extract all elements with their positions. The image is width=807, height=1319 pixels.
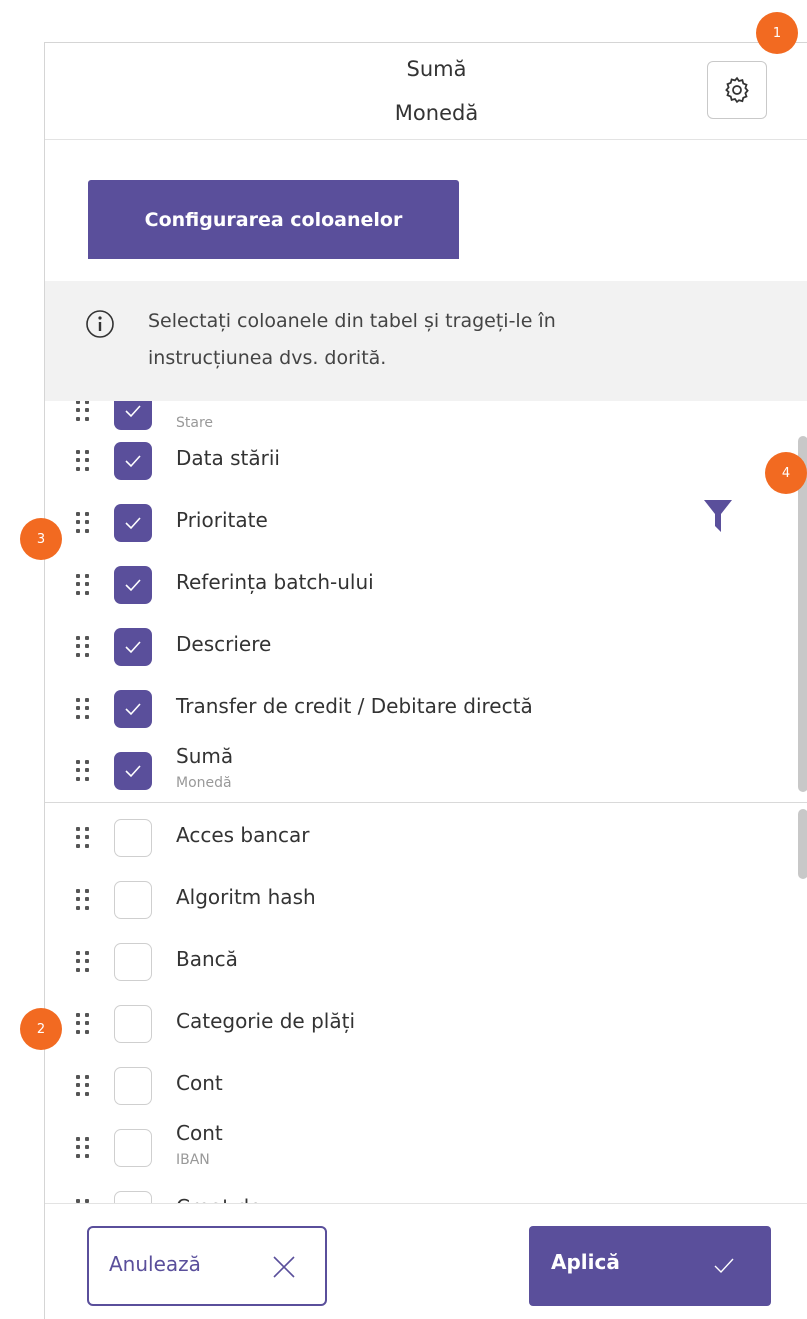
drag-handle-icon[interactable] <box>76 512 90 534</box>
list-item[interactable]: Algoritm hash <box>45 870 785 932</box>
cancel-button-label: Anulează <box>109 1252 201 1276</box>
checkbox-unchecked[interactable] <box>114 1005 152 1043</box>
drag-handle-icon[interactable] <box>76 450 90 472</box>
list-item[interactable]: Acces bancar <box>45 808 785 870</box>
list-item-label: Prioritate <box>176 508 268 532</box>
list-item-sublabel: Monedă <box>176 775 232 791</box>
list-item-label: Algoritm hash <box>176 885 316 909</box>
annotation-marker: 2 <box>20 1008 62 1050</box>
drag-handle-icon[interactable] <box>76 951 90 973</box>
checkbox-unchecked[interactable] <box>114 881 152 919</box>
checkbox-unchecked[interactable] <box>114 819 152 857</box>
list-item-sublabel: IBAN <box>176 1152 210 1168</box>
apply-button-label: Aplică <box>551 1250 620 1274</box>
list-item[interactable]: Sumă Monedă <box>45 741 785 803</box>
list-item[interactable]: Categorie de plăți <box>45 994 785 1056</box>
checkbox-unchecked[interactable] <box>114 943 152 981</box>
checkbox-checked[interactable] <box>114 752 152 790</box>
annotation-marker: 4 <box>765 452 807 494</box>
drag-handle-icon[interactable] <box>76 889 90 911</box>
list-item-label: Acces bancar <box>176 823 310 847</box>
filter-icon[interactable] <box>703 498 733 534</box>
drag-handle-icon[interactable] <box>76 1075 90 1097</box>
info-text: Selectați coloanele din tabel și trageți… <box>148 310 556 369</box>
available-scrollbar[interactable] <box>798 809 807 879</box>
column-list: Stare Data stării Prioritate Referința b… <box>45 401 807 1209</box>
annotation-marker: 1 <box>756 12 798 54</box>
drag-handle-icon[interactable] <box>76 698 90 720</box>
list-item[interactable]: Data stării <box>45 431 785 493</box>
checkbox-checked[interactable] <box>114 442 152 480</box>
drag-handle-icon[interactable] <box>76 1013 90 1035</box>
list-item[interactable]: Transfer de credit / Debitare directă <box>45 679 785 741</box>
checkbox-checked[interactable] <box>114 504 152 542</box>
list-item-label: Categorie de plăți <box>176 1009 356 1033</box>
list-item[interactable]: Prioritate <box>45 493 785 555</box>
list-item-sublabel: Stare <box>176 415 214 431</box>
info-box: Selectați coloanele din tabel și trageți… <box>45 281 807 401</box>
list-item-label: Transfer de credit / Debitare directă <box>176 694 533 718</box>
header-title: Sumă <box>406 57 467 81</box>
list-item-label: Sumă <box>176 744 234 768</box>
info-icon <box>86 310 114 338</box>
drag-handle-icon[interactable] <box>76 1137 90 1159</box>
list-item-label: Data stării <box>176 446 280 470</box>
close-icon <box>273 1256 295 1278</box>
checkbox-checked[interactable] <box>114 401 152 430</box>
drag-handle-icon[interactable] <box>76 636 90 658</box>
drag-handle-icon[interactable] <box>76 827 90 849</box>
drag-handle-icon[interactable] <box>76 574 90 596</box>
drag-handle-icon[interactable] <box>76 760 90 782</box>
list-item-label: Descriere <box>176 632 272 656</box>
checkbox-checked[interactable] <box>114 628 152 666</box>
cancel-button[interactable]: Anulează <box>87 1226 327 1306</box>
settings-button[interactable] <box>707 61 767 119</box>
gear-icon <box>725 76 749 104</box>
column-config-panel: Sumă Monedă Configurarea coloanelor Sele… <box>44 42 807 1319</box>
annotation-marker: 3 <box>20 518 62 560</box>
panel-footer: Anulează Aplică <box>45 1203 807 1319</box>
list-item-label: Cont <box>176 1071 223 1095</box>
list-item[interactable]: Bancă <box>45 932 785 994</box>
panel-header: Sumă Monedă <box>45 43 807 140</box>
checkbox-checked[interactable] <box>114 690 152 728</box>
tab-column-configuration[interactable]: Configurarea coloanelor <box>88 180 459 259</box>
drag-handle-icon[interactable] <box>76 401 90 422</box>
section-divider <box>45 802 807 803</box>
list-item[interactable]: Descriere <box>45 617 785 679</box>
apply-button[interactable]: Aplică <box>529 1226 771 1306</box>
header-subtitle: Monedă <box>394 101 479 125</box>
list-item[interactable]: Referința batch-ului <box>45 555 785 617</box>
checkbox-unchecked[interactable] <box>114 1067 152 1105</box>
list-item[interactable]: Cont IBAN <box>45 1118 785 1180</box>
checkbox-checked[interactable] <box>114 566 152 604</box>
checkbox-unchecked[interactable] <box>114 1129 152 1167</box>
list-item[interactable]: Cont <box>45 1056 785 1118</box>
list-item-label: Cont <box>176 1121 223 1145</box>
selected-scrollbar[interactable] <box>798 436 807 792</box>
list-item-label: Referința batch-ului <box>176 570 374 594</box>
list-item-label: Bancă <box>176 947 238 971</box>
check-icon <box>714 1258 734 1274</box>
